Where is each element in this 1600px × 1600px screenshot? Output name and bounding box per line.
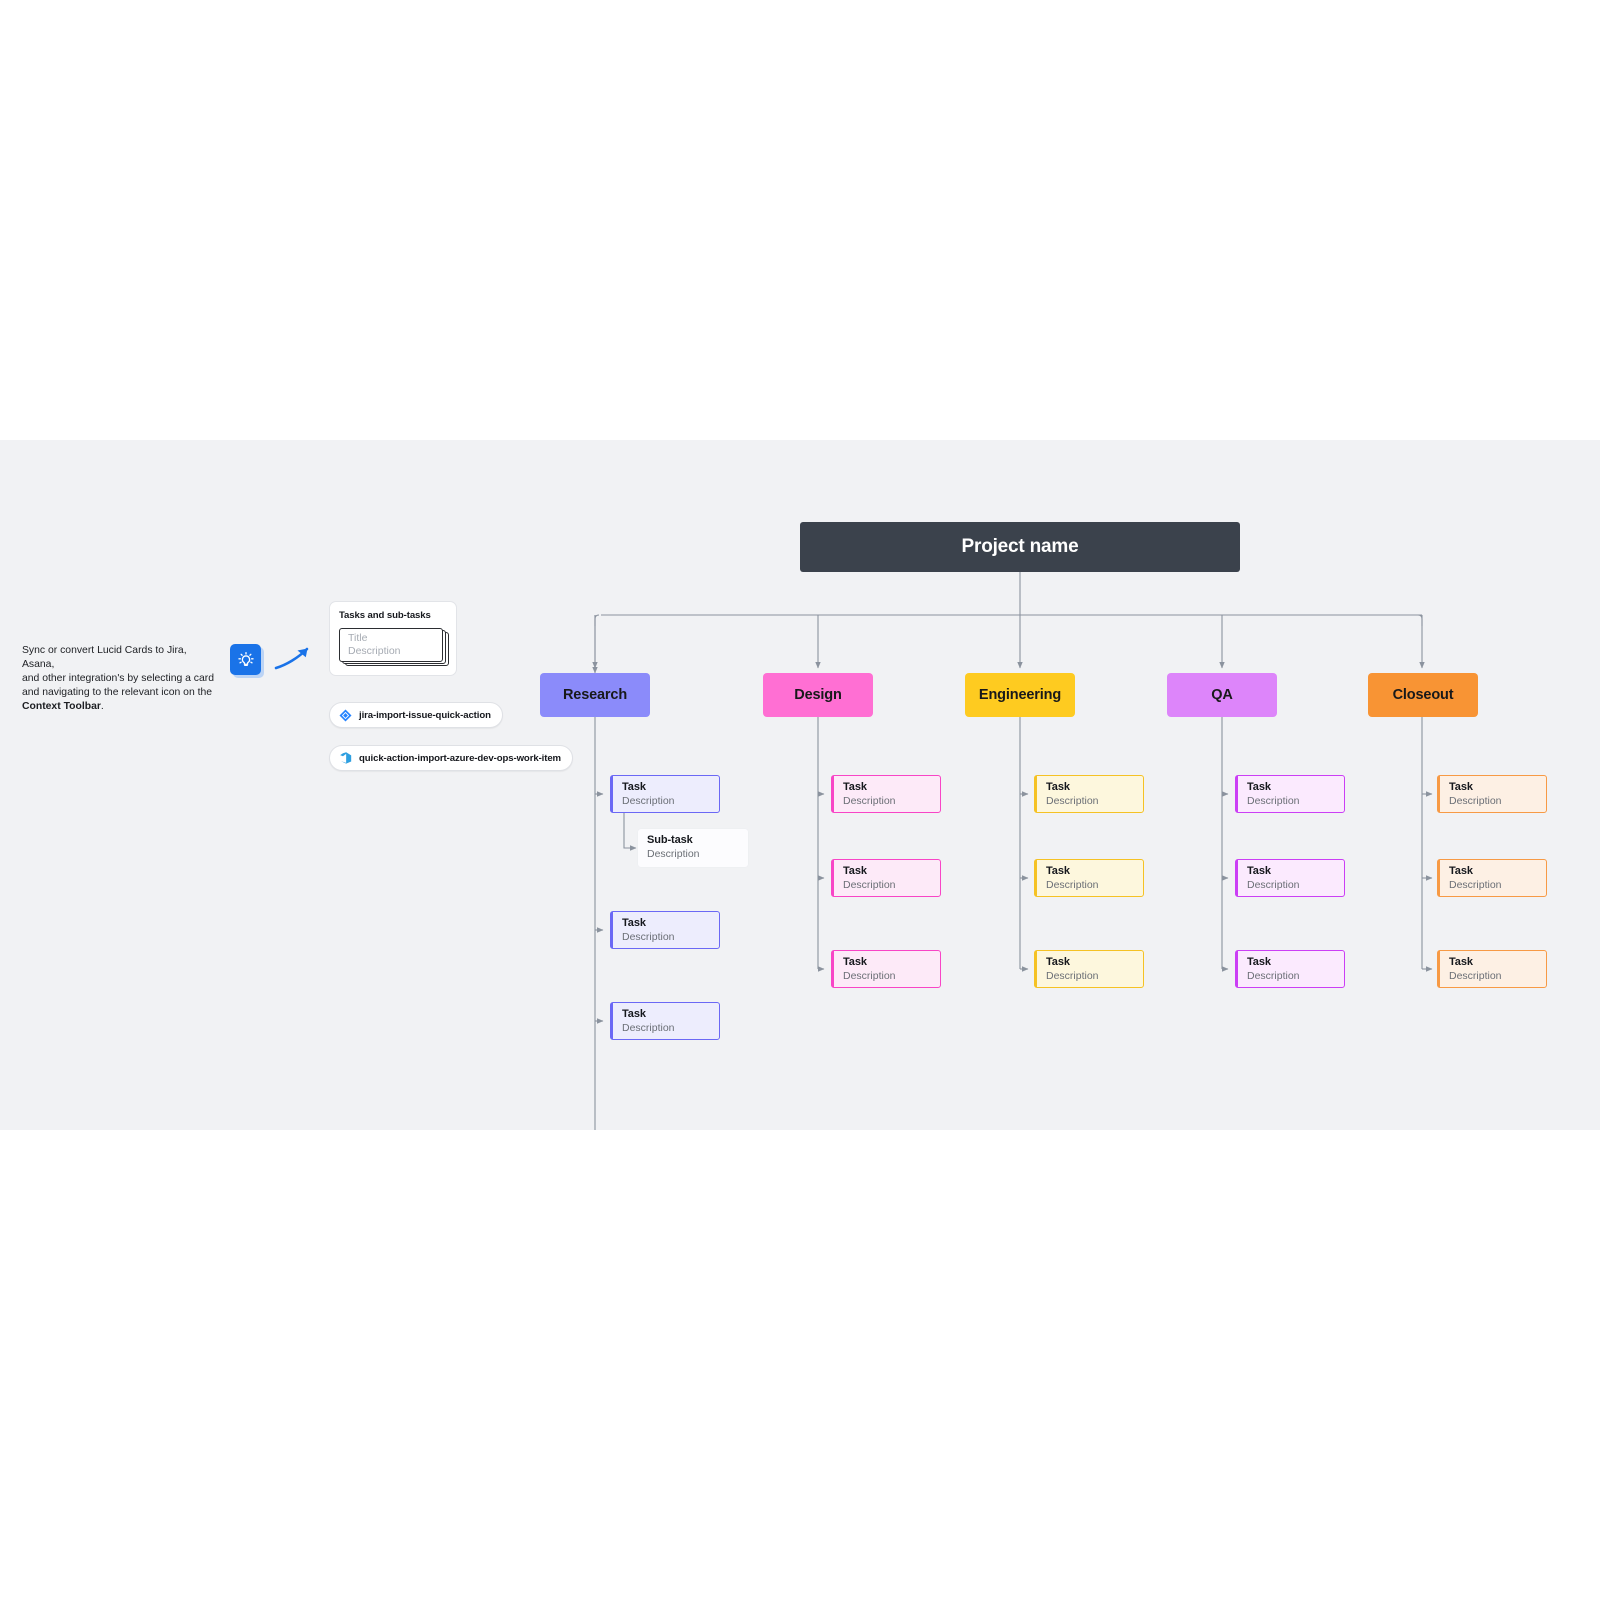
- task-card[interactable]: Task Description: [1235, 950, 1345, 988]
- quick-action-jira-pill[interactable]: jira-import-issue-quick-action: [329, 702, 503, 728]
- annotation-line-4-tail: .: [100, 701, 104, 713]
- task-card-description: Description: [843, 794, 896, 807]
- task-card-description: Description: [1449, 794, 1502, 807]
- task-card[interactable]: Task Description: [1235, 775, 1345, 813]
- azure-devops-icon: [340, 751, 352, 764]
- subtask-card-title: Sub-task: [647, 834, 693, 846]
- diagram-canvas: Project name Sync or convert Lucid Cards…: [0, 440, 1600, 1130]
- quick-action-azure-pill[interactable]: quick-action-import-azure-dev-ops-work-i…: [329, 745, 573, 771]
- task-card[interactable]: Task Description: [1235, 859, 1345, 897]
- task-card[interactable]: Task Description: [831, 775, 941, 813]
- task-card-title: Task: [1247, 781, 1271, 793]
- task-card[interactable]: Task Description: [610, 775, 720, 813]
- task-card-title: Task: [1046, 956, 1070, 968]
- legend-placeholder-title: Title: [348, 632, 368, 644]
- task-card-description: Description: [1046, 969, 1099, 982]
- task-card-title: Task: [622, 781, 646, 793]
- task-card-description: Description: [1046, 878, 1099, 891]
- annotation-line-2: and other integration's by selecting a c…: [22, 673, 215, 685]
- task-card-title: Task: [843, 781, 867, 793]
- task-card-description: Description: [843, 969, 896, 982]
- project-root-label: Project name: [961, 536, 1079, 557]
- phase-header-closeout[interactable]: Closeout: [1368, 673, 1478, 717]
- task-card-description: Description: [1247, 878, 1300, 891]
- subtask-card[interactable]: Sub-task Description: [638, 829, 748, 867]
- task-card-title: Task: [622, 1008, 646, 1020]
- task-card-description: Description: [622, 794, 675, 807]
- curved-arrow-icon: [274, 647, 309, 670]
- phase-header-research[interactable]: Research: [540, 673, 650, 717]
- legend-card-stack: Title Description: [339, 628, 449, 668]
- task-card-title: Task: [1449, 865, 1473, 877]
- task-card[interactable]: Task Description: [1034, 775, 1144, 813]
- task-card-description: Description: [1449, 878, 1502, 891]
- phase-header-label: Closeout: [1392, 687, 1454, 703]
- task-card[interactable]: Task Description: [1437, 775, 1547, 813]
- legend-placeholder-description: Description: [348, 645, 401, 658]
- quick-action-azure-label: quick-action-import-azure-dev-ops-work-i…: [359, 752, 561, 764]
- lightbulb-icon-plate: [230, 644, 261, 675]
- task-card[interactable]: Task Description: [831, 859, 941, 897]
- phase-header-label: Research: [562, 687, 628, 703]
- phase-header-label: Design: [794, 687, 842, 703]
- phase-header-label: QA: [1211, 687, 1233, 703]
- task-card-description: Description: [1247, 969, 1300, 982]
- annotation-line-1: Sync or convert Lucid Cards to Jira, Asa…: [22, 645, 187, 671]
- task-card[interactable]: Task Description: [1034, 950, 1144, 988]
- legend-title: Tasks and sub-tasks: [339, 610, 431, 621]
- phase-header-label: Engineering: [978, 687, 1062, 703]
- task-card-description: Description: [1046, 794, 1099, 807]
- task-card[interactable]: Task Description: [1034, 859, 1144, 897]
- task-card-title: Task: [1449, 956, 1473, 968]
- phase-header-design[interactable]: Design: [763, 673, 873, 717]
- task-card-title: Task: [1046, 781, 1070, 793]
- task-card-description: Description: [1247, 794, 1300, 807]
- lightbulb-icon: [230, 644, 264, 678]
- project-root-node[interactable]: Project name: [800, 522, 1240, 572]
- legend-card: Tasks and sub-tasks Title Description: [329, 601, 457, 676]
- task-card[interactable]: Task Description: [610, 911, 720, 949]
- phase-header-engineering[interactable]: Engineering: [965, 673, 1075, 717]
- annotation-line-3: and navigating to the relevant icon on t…: [22, 687, 213, 699]
- quick-action-jira-label: jira-import-issue-quick-action: [359, 709, 491, 721]
- task-card[interactable]: Task Description: [831, 950, 941, 988]
- task-card[interactable]: Task Description: [1437, 950, 1547, 988]
- task-card-description: Description: [1449, 969, 1502, 982]
- annotation-text: Sync or convert Lucid Cards to Jira, Asa…: [22, 644, 220, 714]
- subtask-card-description: Description: [647, 847, 700, 860]
- task-card-description: Description: [622, 1021, 675, 1034]
- task-card-title: Task: [843, 956, 867, 968]
- task-card-title: Task: [1449, 781, 1473, 793]
- annotation-line-4-bold: Context Toolbar: [22, 701, 101, 713]
- task-card-title: Task: [843, 865, 867, 877]
- task-card-title: Task: [1247, 865, 1271, 877]
- task-card[interactable]: Task Description: [610, 1002, 720, 1040]
- legend-stack-layer-front: Title Description: [339, 628, 443, 662]
- task-card[interactable]: Task Description: [1437, 859, 1547, 897]
- task-card-description: Description: [843, 878, 896, 891]
- task-card-description: Description: [622, 930, 675, 943]
- task-card-title: Task: [622, 917, 646, 929]
- task-card-title: Task: [1046, 865, 1070, 877]
- phase-header-qa[interactable]: QA: [1167, 673, 1277, 717]
- jira-diamond-icon: [339, 708, 352, 722]
- task-card-title: Task: [1247, 956, 1271, 968]
